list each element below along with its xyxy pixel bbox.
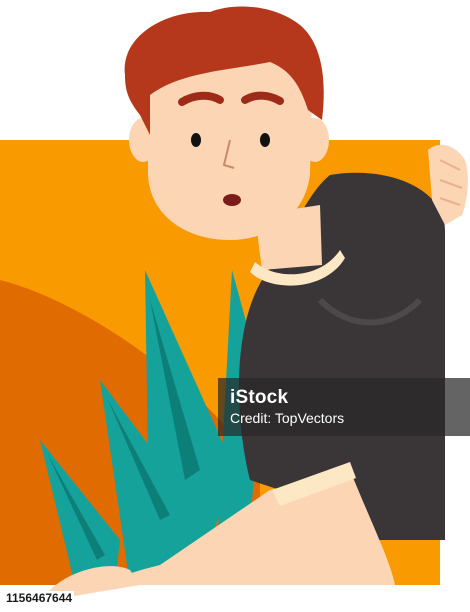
watermark-credit: Credit: TopVectors xyxy=(230,410,345,426)
eye-right xyxy=(260,133,270,147)
watermark-brand: iStock xyxy=(230,387,289,408)
mouth xyxy=(223,194,241,206)
stock-id: 1156467644 xyxy=(4,591,75,605)
watermark: iStock Credit: TopVectors xyxy=(218,378,470,436)
man-peeking-illustration xyxy=(0,6,468,600)
eye-left xyxy=(191,133,201,147)
